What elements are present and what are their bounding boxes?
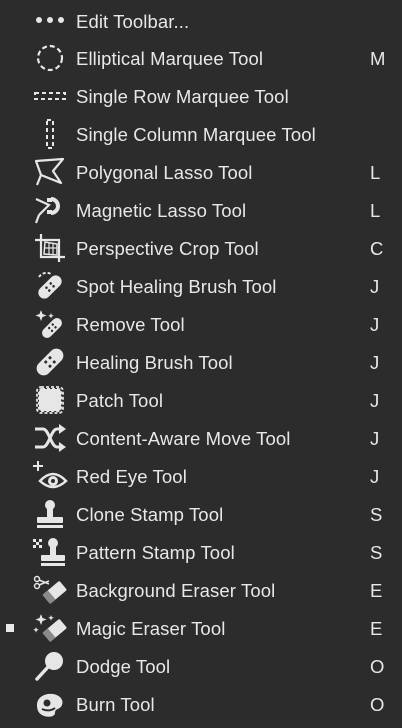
selected-marker bbox=[6, 244, 14, 252]
menu-item-magnetic-lasso[interactable]: Magnetic Lasso Tool L bbox=[0, 191, 402, 229]
selected-marker bbox=[6, 472, 14, 480]
menu-item-label: Burn Tool bbox=[76, 694, 155, 715]
menu-item-label: Edit Toolbar... bbox=[76, 11, 190, 32]
menu-item-shortcut: O bbox=[370, 694, 385, 715]
menu-item-label: Elliptical Marquee Tool bbox=[76, 48, 264, 69]
menu-item-shortcut: J bbox=[370, 276, 380, 297]
menu-item-label: Polygonal Lasso Tool bbox=[76, 162, 253, 183]
menu-item-patch-tool[interactable]: Patch Tool J bbox=[0, 381, 402, 419]
menu-item-label: Dodge Tool bbox=[76, 656, 171, 677]
menu-item-background-eraser[interactable]: Background Eraser Tool E bbox=[0, 571, 402, 609]
menu-item-shortcut: E bbox=[370, 580, 383, 601]
selected-marker bbox=[6, 586, 14, 594]
selected-marker bbox=[6, 434, 14, 442]
selected-marker bbox=[6, 510, 14, 518]
menu-item-label: Red Eye Tool bbox=[76, 466, 187, 487]
menu-item-shortcut: J bbox=[370, 390, 380, 411]
menu-item-label: Background Eraser Tool bbox=[76, 580, 276, 601]
menu-item-label: Perspective Crop Tool bbox=[76, 238, 259, 259]
menu-item-single-row-marquee[interactable]: Single Row Marquee Tool bbox=[0, 77, 402, 115]
magnetic-lasso-icon bbox=[32, 194, 68, 226]
menu-item-shortcut: M bbox=[370, 48, 386, 69]
menu-item-shortcut: E bbox=[370, 618, 383, 639]
menu-item-remove-tool[interactable]: Remove Tool J bbox=[0, 305, 402, 343]
dodge-tool-icon bbox=[32, 650, 68, 682]
menu-item-shortcut: L bbox=[370, 200, 381, 221]
selected-marker bbox=[6, 320, 14, 328]
menu-item-label: Magnetic Lasso Tool bbox=[76, 200, 247, 221]
single-row-marquee-icon bbox=[32, 80, 68, 112]
menu-item-label: Magic Eraser Tool bbox=[76, 618, 226, 639]
menu-item-dodge-tool[interactable]: Dodge Tool O bbox=[0, 647, 402, 685]
perspective-crop-icon bbox=[32, 232, 68, 264]
red-eye-icon bbox=[32, 460, 68, 492]
magic-eraser-icon bbox=[32, 612, 68, 644]
menu-item-shortcut: J bbox=[370, 352, 380, 373]
selected-marker bbox=[6, 700, 14, 708]
menu-item-magic-eraser[interactable]: Magic Eraser Tool E bbox=[0, 609, 402, 647]
spot-healing-brush-icon bbox=[32, 270, 68, 302]
menu-item-shortcut: S bbox=[370, 504, 383, 525]
menu-item-polygonal-lasso[interactable]: Polygonal Lasso Tool L bbox=[0, 153, 402, 191]
pattern-stamp-icon bbox=[32, 536, 68, 568]
menu-item-label: Remove Tool bbox=[76, 314, 185, 335]
selected-marker bbox=[6, 548, 14, 556]
selected-marker bbox=[6, 92, 14, 100]
menu-item-edit-toolbar[interactable]: Edit Toolbar... bbox=[0, 3, 402, 39]
menu-item-shortcut: J bbox=[370, 466, 380, 487]
more-dots-icon bbox=[32, 4, 68, 36]
selected-marker bbox=[6, 168, 14, 176]
content-aware-move-icon bbox=[32, 422, 68, 454]
single-column-marquee-icon bbox=[32, 118, 68, 150]
menu-item-shortcut: S bbox=[370, 542, 383, 563]
menu-item-label: Healing Brush Tool bbox=[76, 352, 233, 373]
menu-item-content-aware-move[interactable]: Content-Aware Move Tool J bbox=[0, 419, 402, 457]
menu-item-single-column-marquee[interactable]: Single Column Marquee Tool bbox=[0, 115, 402, 153]
menu-item-healing-brush[interactable]: Healing Brush Tool J bbox=[0, 343, 402, 381]
polygonal-lasso-icon bbox=[32, 156, 68, 188]
selected-marker bbox=[6, 282, 14, 290]
clone-stamp-icon bbox=[32, 498, 68, 530]
menu-item-label: Pattern Stamp Tool bbox=[76, 542, 235, 563]
menu-item-shortcut: J bbox=[370, 314, 380, 335]
healing-brush-icon bbox=[32, 346, 68, 378]
tool-flyout-menu: Edit Toolbar... Elliptical Marquee Tool … bbox=[0, 0, 402, 728]
menu-item-label: Clone Stamp Tool bbox=[76, 504, 224, 525]
menu-item-label: Spot Healing Brush Tool bbox=[76, 276, 277, 297]
remove-tool-icon bbox=[32, 308, 68, 340]
selected-marker bbox=[6, 54, 14, 62]
menu-item-perspective-crop[interactable]: Perspective Crop Tool C bbox=[0, 229, 402, 267]
selected-marker bbox=[6, 624, 14, 632]
selected-marker bbox=[6, 206, 14, 214]
menu-item-label: Single Row Marquee Tool bbox=[76, 86, 289, 107]
menu-item-label: Content-Aware Move Tool bbox=[76, 428, 291, 449]
burn-tool-icon bbox=[32, 688, 68, 720]
menu-item-red-eye[interactable]: Red Eye Tool J bbox=[0, 457, 402, 495]
menu-item-pattern-stamp[interactable]: Pattern Stamp Tool S bbox=[0, 533, 402, 571]
selected-marker bbox=[6, 18, 14, 26]
menu-item-shortcut: L bbox=[370, 162, 381, 183]
menu-item-spot-healing-brush[interactable]: Spot Healing Brush Tool J bbox=[0, 267, 402, 305]
menu-item-label: Single Column Marquee Tool bbox=[76, 124, 316, 145]
background-eraser-icon bbox=[32, 574, 68, 606]
menu-item-burn-tool[interactable]: Burn Tool O bbox=[0, 685, 402, 723]
selected-marker bbox=[6, 662, 14, 670]
menu-item-shortcut: O bbox=[370, 656, 385, 677]
selected-marker bbox=[6, 358, 14, 366]
selected-marker bbox=[6, 396, 14, 404]
elliptical-marquee-icon bbox=[32, 42, 68, 74]
menu-item-elliptical-marquee[interactable]: Elliptical Marquee Tool M bbox=[0, 39, 402, 77]
menu-item-clone-stamp[interactable]: Clone Stamp Tool S bbox=[0, 495, 402, 533]
selected-marker bbox=[6, 130, 14, 138]
menu-item-shortcut: J bbox=[370, 428, 380, 449]
patch-tool-icon bbox=[32, 384, 68, 416]
menu-item-shortcut: C bbox=[370, 238, 384, 259]
menu-item-label: Patch Tool bbox=[76, 390, 164, 411]
